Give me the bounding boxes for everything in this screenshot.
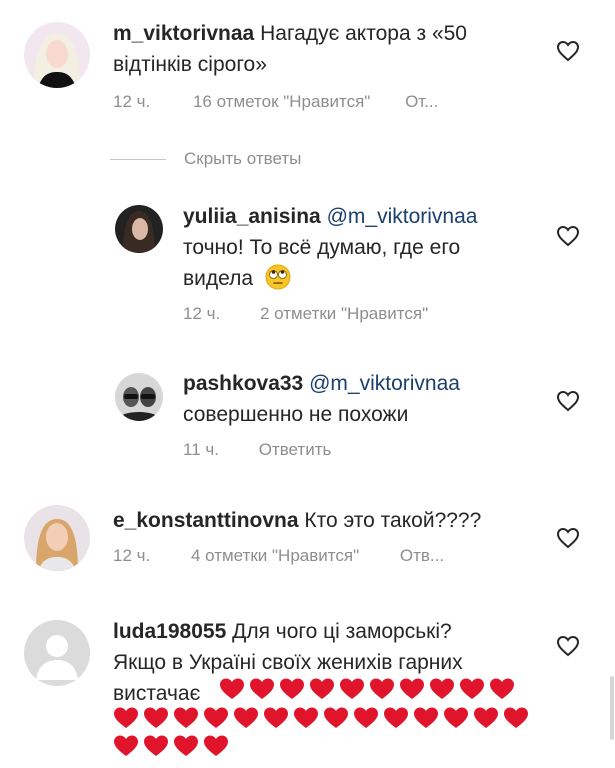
- red-heart-emoji: [310, 678, 334, 699]
- heart-emoji-row: [219, 677, 519, 701]
- face-with-rolling-eyes-emoji: [265, 264, 291, 290]
- reply-time: 12 ч.: [183, 304, 221, 323]
- red-heart-emoji: [384, 707, 408, 728]
- red-heart-emoji: [114, 707, 138, 728]
- red-heart-emoji: [324, 707, 348, 728]
- comment-body-line1: Кто это такой????: [304, 509, 482, 532]
- red-heart-emoji: [414, 707, 438, 728]
- heart-outline-icon[interactable]: [556, 635, 580, 657]
- comment-body-line2: Якщо в Україні своїх женихів гарних: [113, 651, 463, 674]
- comment-body-line1: Нагадує актора з «50: [260, 22, 467, 45]
- reply-text: yuliia_anisina @m_viktorivnaa точно! То …: [183, 201, 543, 294]
- heart-outline-icon[interactable]: [556, 527, 580, 549]
- red-heart-emoji: [204, 735, 228, 756]
- comment-body-line1: Для чого ці заморські?: [232, 620, 452, 643]
- reply-time: 11 ч.: [183, 440, 219, 459]
- comment-body-line3: вистачає: [113, 682, 201, 705]
- red-heart-emoji: [174, 707, 198, 728]
- comment-body-line2: відтінків сірого»: [113, 53, 267, 76]
- red-heart-emoji: [504, 707, 528, 728]
- reply-body-line1: точно! То всё думаю, где его: [183, 236, 461, 259]
- red-heart-emoji: [294, 707, 318, 728]
- reply-button[interactable]: От...: [405, 92, 438, 112]
- reply-body-line2: видела: [183, 267, 254, 290]
- reply-button[interactable]: Ответить: [259, 440, 332, 460]
- avatar-luda198055[interactable]: [24, 620, 90, 686]
- avatar-e-konstanttinovna[interactable]: [24, 505, 90, 571]
- username[interactable]: e_konstanttinovna: [113, 509, 299, 532]
- red-heart-emoji: [204, 707, 228, 728]
- comment-text: m_viktorivnaa Нагадує актора з «50 відті…: [113, 18, 543, 80]
- red-heart-emoji: [460, 678, 484, 699]
- red-heart-emoji: [430, 678, 454, 699]
- username[interactable]: yuliia_anisina: [183, 205, 321, 228]
- reply-text: pashkova33 @m_viktorivnaa совершенно не …: [183, 368, 543, 430]
- likes-count[interactable]: 16 отметок "Нравится": [193, 92, 370, 112]
- hide-replies-label[interactable]: Скрыть ответы: [184, 149, 301, 169]
- heart-outline-icon[interactable]: [556, 225, 580, 247]
- username[interactable]: luda198055: [113, 620, 226, 643]
- username[interactable]: pashkova33: [183, 372, 303, 395]
- red-heart-emoji: [474, 707, 498, 728]
- red-heart-emoji: [370, 678, 394, 699]
- red-heart-emoji: [340, 678, 364, 699]
- mention-link[interactable]: @m_viktorivnaa: [327, 205, 478, 228]
- red-heart-emoji: [250, 678, 274, 699]
- heart-outline-icon[interactable]: [556, 40, 580, 62]
- comment-time: 12 ч.: [113, 546, 151, 565]
- reply-meta: 12 ч. 2 отметки "Нравится": [183, 304, 458, 324]
- red-heart-emoji: [114, 735, 138, 756]
- avatar-m-viktorivnaa[interactable]: [24, 22, 90, 88]
- heart-emoji-row: [113, 706, 533, 730]
- avatar-yuliia-anisina[interactable]: [115, 205, 163, 253]
- red-heart-emoji: [400, 678, 424, 699]
- comment-meta: 12 ч. 16 отметок "Нравится" От...: [113, 92, 468, 112]
- comment-meta: 12 ч. 4 отметки "Нравится" Отв...: [113, 546, 474, 566]
- scrollbar-thumb[interactable]: [610, 676, 614, 740]
- likes-count[interactable]: 2 отметки "Нравится": [260, 304, 428, 324]
- red-heart-emoji: [144, 707, 168, 728]
- reply-button[interactable]: Отв...: [400, 546, 444, 566]
- avatar-pashkova33[interactable]: [115, 373, 163, 421]
- comment-time: 12 ч.: [113, 92, 151, 111]
- red-heart-emoji: [490, 678, 514, 699]
- heart-emoji-row: [113, 734, 233, 758]
- red-heart-emoji: [444, 707, 468, 728]
- reply-body-line1: совершенно не похожи: [183, 403, 409, 426]
- hide-replies-toggle[interactable]: Скрыть ответы: [110, 148, 301, 170]
- reply-meta: 11 ч. Ответить: [183, 440, 361, 460]
- red-heart-emoji: [264, 707, 288, 728]
- comment-text: e_konstanttinovna Кто это такой????: [113, 505, 543, 536]
- red-heart-emoji: [280, 678, 304, 699]
- red-heart-emoji: [174, 735, 198, 756]
- red-heart-emoji: [234, 707, 258, 728]
- hide-replies-divider: [110, 158, 166, 160]
- likes-count[interactable]: 4 отметки "Нравится": [191, 546, 359, 566]
- mention-link[interactable]: @m_viktorivnaa: [309, 372, 460, 395]
- red-heart-emoji: [354, 707, 378, 728]
- red-heart-emoji: [144, 735, 168, 756]
- red-heart-emoji: [220, 678, 244, 699]
- heart-outline-icon[interactable]: [556, 390, 580, 412]
- username[interactable]: m_viktorivnaa: [113, 22, 254, 45]
